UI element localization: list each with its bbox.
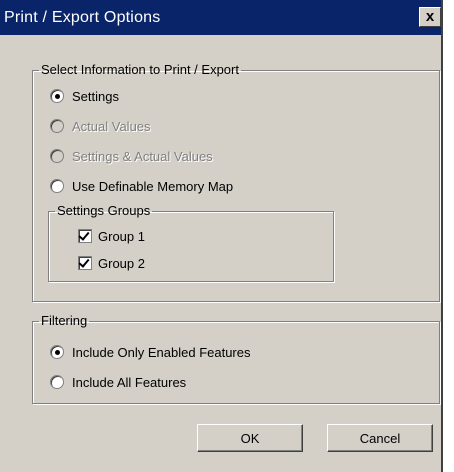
radio-actual-values: Actual Values [50,117,151,135]
window-title: Print / Export Options [4,9,161,26]
radio-use-definable-memory-map-label: Use Definable Memory Map [72,178,234,194]
checkbox-checked-icon [78,256,92,270]
radio-include-all-features[interactable]: Include All Features [50,373,186,391]
radio-disabled-icon [50,119,64,133]
radio-use-definable-memory-map[interactable]: Use Definable Memory Map [50,177,233,195]
radio-include-only-enabled-label: Include Only Enabled Features [72,344,251,360]
checkbox-group-1-label: Group 1 [98,228,145,244]
checkbox-group-1[interactable]: Group 1 [78,227,145,245]
radio-include-all-features-label: Include All Features [72,374,187,390]
filtering-legend: Filtering [41,313,88,328]
radio-disabled-icon [50,149,64,163]
ok-button[interactable]: OK [197,424,303,452]
checkbox-group-2[interactable]: Group 2 [78,254,145,272]
radio-unchecked-icon [50,179,64,193]
print-export-dialog: Print / Export Options x Select Informat… [0,0,443,472]
settings-groups-legend: Settings Groups [57,203,151,218]
checkbox-checked-icon [78,229,92,243]
close-icon: x [425,8,435,25]
radio-settings-and-actual-values-label: Settings & Actual Values [72,148,213,164]
radio-checked-icon [50,345,64,359]
radio-settings[interactable]: Settings [50,87,119,105]
radio-unchecked-icon [50,375,64,389]
radio-settings-and-actual-values: Settings & Actual Values [50,147,213,165]
checkbox-group-2-label: Group 2 [98,255,145,271]
close-button[interactable]: x [419,7,441,27]
radio-actual-values-label: Actual Values [72,118,151,134]
title-bar[interactable]: Print / Export Options x [0,0,441,35]
radio-checked-icon [50,89,64,103]
select-information-legend: Select Information to Print / Export [41,62,239,77]
radio-settings-label: Settings [72,88,119,104]
radio-include-only-enabled[interactable]: Include Only Enabled Features [50,343,251,361]
cancel-button[interactable]: Cancel [327,424,433,452]
